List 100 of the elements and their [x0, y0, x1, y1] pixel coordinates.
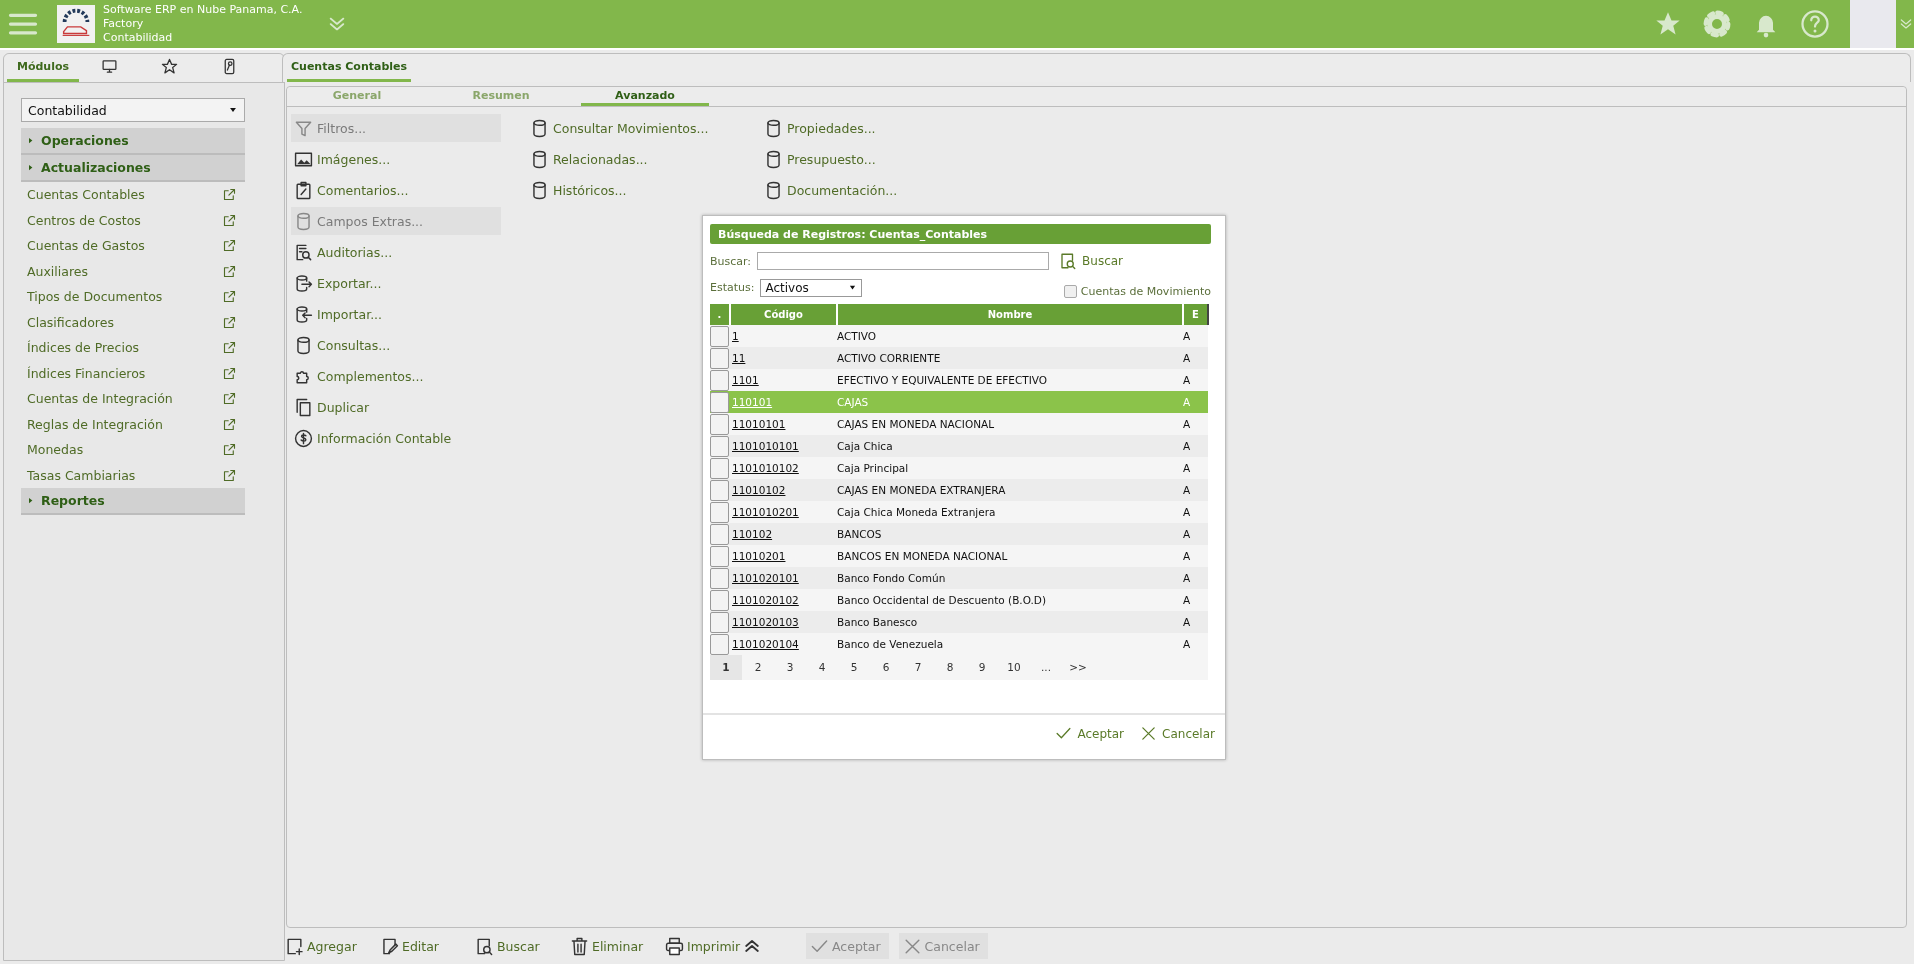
module-link[interactable]: Reglas de Integración: [27, 416, 163, 432]
module-link[interactable]: Auxiliares: [27, 263, 89, 279]
action-item[interactable]: Auditorias...: [291, 238, 501, 266]
page-link[interactable]: 6: [870, 655, 902, 680]
action-item[interactable]: Históricos...: [527, 176, 735, 204]
action-item[interactable]: Presupuesto...: [761, 145, 969, 173]
module-link[interactable]: Tasas Cambiarias: [27, 467, 136, 483]
section-header[interactable]: Operaciones: [21, 128, 245, 155]
row-selector[interactable]: [710, 347, 729, 369]
document-tab[interactable]: Cuentas Contables: [287, 54, 412, 82]
external-link-icon[interactable]: [222, 467, 237, 483]
external-link-icon[interactable]: [222, 238, 237, 254]
page-link[interactable]: 3: [774, 655, 806, 680]
table-row[interactable]: 11010101 CAJAS EN MONEDA NACIONAL A: [710, 413, 1208, 435]
subtab[interactable]: Avanzado: [581, 87, 709, 106]
row-selector[interactable]: [710, 523, 729, 545]
table-row[interactable]: 1101010101 Caja Chica A: [710, 435, 1208, 457]
page-link[interactable]: 4: [806, 655, 838, 680]
external-link-icon[interactable]: [222, 263, 237, 279]
page-link[interactable]: 8: [934, 655, 966, 680]
page-link[interactable]: 1: [710, 655, 742, 680]
external-link-icon[interactable]: [222, 314, 237, 330]
table-row[interactable]: 11010102 CAJAS EN MONEDA EXTRANJERA A: [710, 479, 1208, 501]
search-button[interactable]: Buscar: [1059, 252, 1124, 270]
row-selector[interactable]: [710, 391, 729, 413]
page-link[interactable]: 9: [966, 655, 998, 680]
row-selector[interactable]: [710, 435, 729, 457]
row-selector[interactable]: [710, 501, 729, 523]
table-row[interactable]: 1101 EFECTIVO Y EQUIVALENTE DE EFECTIVO A: [710, 369, 1208, 391]
action-item[interactable]: Comentarios...: [291, 176, 501, 204]
module-select[interactable]: Contabilidad: [21, 98, 245, 122]
table-row[interactable]: 1101010201 Caja Chica Moneda Extranjera A: [710, 501, 1208, 523]
section-header[interactable]: Actualizaciones: [21, 155, 245, 182]
external-link-icon[interactable]: [222, 212, 237, 228]
help-icon[interactable]: [1800, 9, 1830, 39]
action-item[interactable]: Complementos...: [291, 362, 501, 390]
action-item[interactable]: Exportar...: [291, 269, 501, 297]
page-link[interactable]: >>: [1062, 655, 1094, 680]
page-link[interactable]: ...: [1030, 655, 1062, 680]
action-item[interactable]: Consultar Movimientos...: [527, 114, 735, 142]
settings-icon[interactable]: [1702, 9, 1732, 39]
table-row[interactable]: 1101020103 Banco Banesco A: [710, 611, 1208, 633]
action-item[interactable]: Duplicar: [291, 393, 501, 421]
row-selector[interactable]: [710, 325, 729, 347]
row-selector[interactable]: [710, 545, 729, 567]
row-selector[interactable]: [710, 633, 729, 655]
search-field[interactable]: [757, 252, 1050, 270]
row-selector[interactable]: [710, 457, 729, 479]
module-link[interactable]: Índices de Precios: [27, 340, 140, 356]
action-item[interactable]: Imágenes...: [291, 145, 501, 173]
action-item[interactable]: Propiedades...: [761, 114, 969, 142]
external-link-icon[interactable]: [222, 365, 237, 381]
module-link[interactable]: Cuentas Contables: [27, 187, 145, 203]
toolbar-button[interactable]: Buscar: [475, 933, 570, 959]
row-selector[interactable]: [710, 413, 729, 435]
table-row[interactable]: 110102 BANCOS A: [710, 523, 1208, 545]
module-link[interactable]: Clasificadores: [27, 314, 114, 330]
account-code-link[interactable]: 1: [732, 330, 739, 342]
dialog-button[interactable]: Cancelar: [1140, 725, 1215, 742]
table-row[interactable]: 11 ACTIVO CORRIENTE A: [710, 347, 1208, 369]
module-link[interactable]: Índices Financieros: [27, 365, 146, 381]
row-selector[interactable]: [710, 369, 729, 391]
page-link[interactable]: 7: [902, 655, 934, 680]
page-link[interactable]: 10: [998, 655, 1030, 680]
module-link[interactable]: Cuentas de Gastos: [27, 238, 145, 254]
row-selector[interactable]: [710, 589, 729, 611]
page-link[interactable]: 5: [838, 655, 870, 680]
table-row[interactable]: 11010201 BANCOS EN MONEDA NACIONAL A: [710, 545, 1208, 567]
external-link-icon[interactable]: [222, 442, 237, 458]
toolbar-button[interactable]: Agregar: [285, 933, 380, 959]
row-selector[interactable]: [710, 479, 729, 501]
action-item[interactable]: Documentación...: [761, 176, 969, 204]
toolbar-button[interactable]: Eliminar: [570, 933, 665, 959]
module-link[interactable]: Tipos de Documentos: [27, 289, 163, 305]
table-row[interactable]: 1 ACTIVO A: [710, 325, 1208, 347]
toolbar-button[interactable]: Editar: [380, 933, 475, 959]
dialog-button[interactable]: Aceptar: [1055, 725, 1125, 742]
section-header[interactable]: Reportes: [21, 488, 245, 515]
external-link-icon[interactable]: [222, 391, 237, 407]
page-link[interactable]: 2: [742, 655, 774, 680]
action-item[interactable]: Relacionadas...: [527, 145, 735, 173]
account-code-link[interactable]: 11: [732, 352, 746, 364]
external-link-icon[interactable]: [222, 340, 237, 356]
toolbar-button[interactable]: Imprimir: [665, 933, 760, 959]
external-link-icon[interactable]: [222, 187, 237, 203]
account-code-link[interactable]: 1101: [732, 374, 759, 386]
status-select[interactable]: Activos: [760, 278, 863, 297]
action-item[interactable]: Consultas...: [291, 331, 501, 359]
checkbox[interactable]: [1063, 285, 1077, 298]
table-row[interactable]: 1101020101 Banco Fondo Común A: [710, 567, 1208, 589]
external-link-icon[interactable]: [222, 289, 237, 305]
action-item[interactable]: Información Contable: [291, 424, 501, 452]
table-row[interactable]: 1101020102 Banco Occidental de Descuento (B.O.D) A: [710, 589, 1208, 611]
module-link[interactable]: Centros de Costos: [27, 212, 141, 228]
module-link[interactable]: Cuentas de Integración: [27, 391, 173, 407]
external-link-icon[interactable]: [222, 416, 237, 432]
table-row[interactable]: 1101010102 Caja Principal A: [710, 457, 1208, 479]
table-row[interactable]: 1101020104 Banco de Venezuela A: [710, 633, 1208, 655]
action-item[interactable]: Importar...: [291, 300, 501, 328]
module-link[interactable]: Monedas: [27, 442, 84, 458]
